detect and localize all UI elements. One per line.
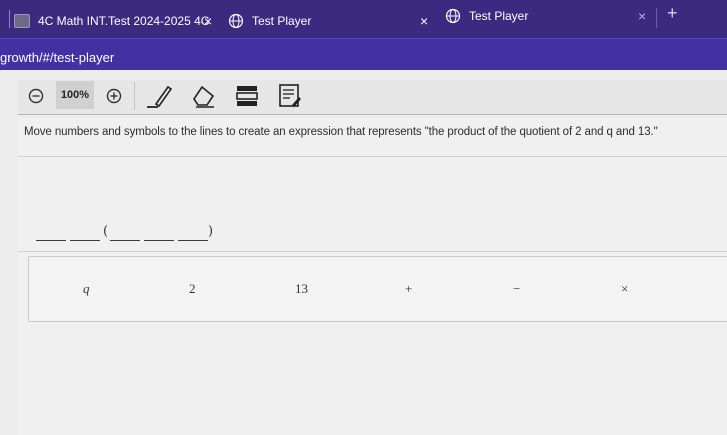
close-tab-icon[interactable]: ×	[204, 13, 212, 29]
close-tab-icon[interactable]: ×	[420, 13, 428, 29]
eraser-icon[interactable]	[188, 83, 218, 109]
token-bank: q 2 13 + − ×	[28, 256, 727, 322]
answer-blank-5[interactable]	[178, 240, 208, 241]
globe-icon	[445, 8, 461, 24]
token-13[interactable]: 13	[295, 281, 308, 297]
token-plus[interactable]: +	[405, 281, 412, 297]
tab-math-test[interactable]: 4C Math INT.Test 2024-2025 4C ×	[14, 6, 224, 36]
tab-test-player-2[interactable]: Test Player ×	[445, 1, 655, 31]
browser-tab-bar: 4C Math INT.Test 2024-2025 4C × Test Pla…	[0, 0, 727, 38]
tab-separator	[656, 8, 657, 28]
question-card: Move numbers and symbols to the lines to…	[18, 118, 727, 435]
tab-test-player-1[interactable]: Test Player ×	[228, 6, 438, 36]
notepad-icon[interactable]	[278, 83, 302, 109]
line-reader-icon[interactable]	[236, 84, 258, 108]
zoom-out-icon[interactable]	[28, 88, 44, 104]
zoom-in-icon[interactable]	[106, 88, 122, 104]
token-q[interactable]: q	[83, 281, 90, 297]
divider	[18, 156, 727, 157]
divider	[18, 251, 727, 252]
answer-blank-3[interactable]	[110, 240, 140, 241]
url-text[interactable]: growth/#/test-player	[0, 50, 114, 65]
zoom-level: 100%	[56, 81, 94, 109]
tab-title: Test Player	[252, 14, 312, 28]
favicon-icon	[14, 14, 30, 28]
new-tab-button[interactable]: +	[667, 3, 678, 24]
address-bar[interactable]: growth/#/test-player	[0, 38, 727, 71]
test-player: 100% Move numbers and symbols to the lin…	[0, 70, 727, 435]
answer-blank-1[interactable]	[36, 240, 66, 241]
answer-blank-2[interactable]	[70, 240, 100, 241]
open-paren: (	[103, 224, 109, 239]
answer-blank-4[interactable]	[144, 240, 174, 241]
token-2[interactable]: 2	[189, 281, 196, 297]
tab-title: 4C Math INT.Test 2024-2025 4C	[38, 14, 210, 28]
token-minus[interactable]: −	[513, 281, 520, 297]
toolbar-divider	[134, 82, 135, 110]
test-toolbar: 100%	[18, 80, 727, 115]
close-tab-icon[interactable]: ×	[638, 8, 646, 24]
tab-separator	[9, 10, 10, 28]
tab-title: Test Player	[469, 9, 529, 23]
globe-icon	[228, 13, 244, 29]
pencil-icon[interactable]	[144, 83, 174, 109]
question-prompt: Move numbers and symbols to the lines to…	[24, 126, 658, 138]
token-times[interactable]: ×	[621, 281, 628, 297]
close-paren: )	[208, 224, 214, 239]
